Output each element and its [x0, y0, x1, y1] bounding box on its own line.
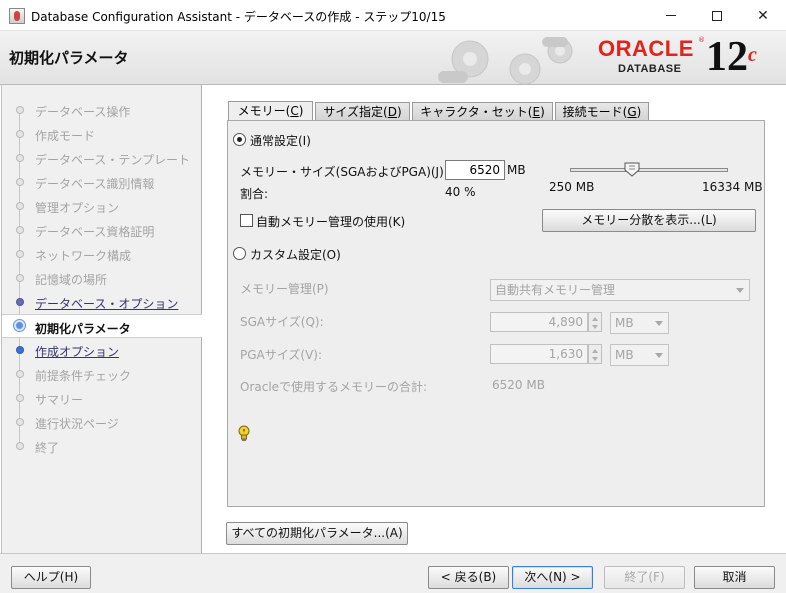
sga-size-spinner[interactable]	[588, 312, 602, 332]
percentage-label: 割合:	[240, 187, 269, 201]
pga-size-input[interactable]: 1,630	[490, 344, 588, 364]
nav-item-database-identification: データベース識別情報	[2, 171, 202, 193]
nav-item-storage-locations: 記憶域の場所	[2, 267, 202, 289]
chevron-down-icon	[655, 321, 663, 326]
step-dot-icon	[16, 130, 24, 138]
title-bar: Database Configuration Assistant - データベー…	[0, 0, 786, 31]
step-dot-icon	[16, 106, 24, 114]
header-banner: 初期化パラメータ ORACLE ® DATABASE 12c	[0, 31, 786, 85]
nav-item-database-credentials: データベース資格証明	[2, 219, 202, 241]
step-dot-icon	[16, 442, 24, 450]
total-memory-label: Oracleで使用するメモリーの合計:	[240, 380, 428, 394]
finish-button[interactable]: 終了(F)	[604, 566, 685, 589]
nav-item-network-configuration: ネットワーク構成	[2, 243, 202, 265]
memory-size-label: メモリー・サイズ(SGAおよびPGA)(J):	[240, 165, 448, 179]
slider-max-label: 16334 MB	[702, 180, 763, 194]
sga-size-label: SGAサイズ(Q):	[240, 315, 324, 329]
step-dot-icon	[16, 202, 24, 210]
sga-unit-select[interactable]: MB	[610, 312, 669, 334]
spin-down-icon	[592, 325, 598, 329]
memory-size-input[interactable]: 6520	[445, 160, 505, 180]
step-dot-icon	[16, 274, 24, 282]
pga-size-label: PGAサイズ(V):	[240, 348, 322, 362]
memory-slider-thumb[interactable]	[624, 162, 640, 177]
nav-item-progress-page: 進行状況ページ	[2, 411, 202, 433]
step-dot-icon	[16, 226, 24, 234]
all-init-parameters-button[interactable]: すべての初期化パラメータ...(A)	[226, 522, 408, 545]
tab-sizing[interactable]: サイズ指定(D)	[315, 102, 410, 122]
nav-item-management-options: 管理オプション	[2, 195, 202, 217]
tab-connection-mode[interactable]: 接続モード(G)	[555, 102, 649, 122]
minimize-button[interactable]	[648, 0, 694, 31]
lightbulb-icon	[238, 425, 250, 441]
chevron-down-icon	[736, 288, 744, 293]
current-step-icon	[13, 319, 26, 332]
step-dot-icon	[16, 250, 24, 258]
next-button[interactable]: 次へ(N) >	[512, 566, 593, 589]
page-title: 初期化パラメータ	[9, 49, 129, 67]
nav-item-database-template: データベース・テンプレート	[2, 147, 202, 169]
app-icon	[9, 8, 25, 24]
typical-radio[interactable]	[233, 133, 246, 146]
spin-up-icon	[592, 349, 598, 353]
step-dot-icon	[16, 154, 24, 162]
tab-memory[interactable]: メモリー(C)	[228, 101, 313, 122]
step-dot-icon	[16, 346, 24, 354]
nav-item-summary: サマリー	[2, 387, 202, 409]
memory-slider-track[interactable]	[570, 168, 728, 172]
step-dot-icon	[16, 370, 24, 378]
nav-item-finish: 終了	[2, 435, 202, 457]
nav-item-prerequisite-checks: 前提条件チェック	[2, 363, 202, 385]
show-memory-distribution-button[interactable]: メモリー分散を表示...(L)	[542, 209, 756, 232]
step-dot-icon	[16, 178, 24, 186]
custom-radio[interactable]	[233, 247, 246, 260]
amm-checkbox[interactable]	[240, 214, 253, 227]
total-memory-value: 6520 MB	[492, 378, 545, 392]
custom-radio-label[interactable]: カスタム設定(O)	[250, 246, 341, 263]
maximize-icon	[712, 10, 722, 21]
help-button[interactable]: ヘルプ(H)	[11, 566, 91, 589]
nav-item-creation-mode: 作成モード	[2, 123, 202, 145]
version-logo: 12c	[706, 34, 757, 80]
step-dot-icon	[16, 298, 24, 306]
sga-size-input[interactable]: 4,890	[490, 312, 588, 332]
step-dot-icon	[16, 418, 24, 426]
nav-item-database-operation: データベース操作	[2, 99, 202, 121]
pga-size-spinner[interactable]	[588, 344, 602, 364]
minimize-icon	[666, 15, 676, 16]
oracle-logo: ORACLE ® DATABASE	[598, 36, 705, 75]
window-title: Database Configuration Assistant - データベー…	[31, 10, 446, 24]
close-button[interactable]: ✕	[740, 0, 786, 31]
nav-item-creation-options[interactable]: 作成オプション	[2, 339, 202, 361]
memory-management-select[interactable]: 自動共有メモリー管理	[490, 279, 750, 301]
chevron-down-icon	[655, 353, 663, 358]
step-navigation: データベース操作 作成モード データベース・テンプレート データベース識別情報 …	[1, 85, 202, 553]
memory-management-label: メモリー管理(P)	[240, 282, 329, 296]
nav-item-database-options[interactable]: データベース・オプション	[2, 291, 202, 313]
nav-item-initialization-parameters[interactable]: 初期化パラメータ	[2, 314, 202, 338]
maximize-button[interactable]	[694, 0, 740, 31]
spin-down-icon	[592, 357, 598, 361]
cancel-button[interactable]: 取消	[694, 566, 775, 589]
pga-unit-select[interactable]: MB	[610, 344, 669, 366]
step-dot-icon	[16, 394, 24, 402]
memory-size-unit: MB	[507, 163, 526, 177]
percentage-value: 40 %	[445, 185, 476, 199]
tab-character-sets[interactable]: キャラクタ・セット(E)	[412, 102, 553, 122]
slider-min-label: 250 MB	[549, 180, 595, 194]
gears-decoration-icon	[438, 37, 573, 85]
back-button[interactable]: < 戻る(B)	[428, 566, 509, 589]
amm-checkbox-label[interactable]: 自動メモリー管理の使用(K)	[256, 213, 405, 230]
typical-radio-label[interactable]: 通常設定(I)	[250, 132, 311, 149]
spin-up-icon	[592, 317, 598, 321]
